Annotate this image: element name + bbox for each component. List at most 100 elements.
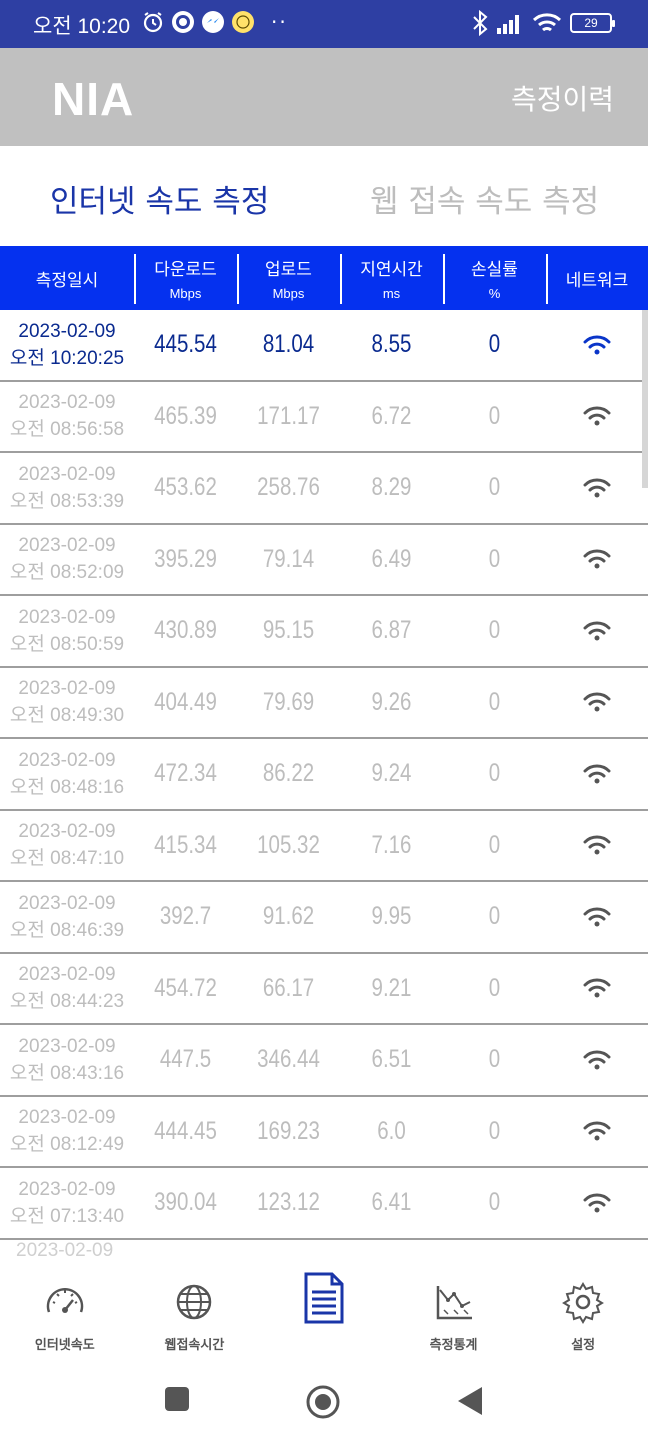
cell-time: 오전 08:43:16 bbox=[9, 1062, 125, 1084]
cell-latency: 9.26 bbox=[371, 687, 412, 716]
chat-app-icon bbox=[172, 11, 194, 33]
nav-web-time[interactable]: 웹접속시간 bbox=[130, 1258, 260, 1368]
column-header-network[interactable]: 네트워크 bbox=[546, 254, 648, 304]
cell-latency: 9.95 bbox=[371, 902, 412, 931]
cell-loss: 0 bbox=[488, 1116, 501, 1145]
document-icon bbox=[304, 1272, 344, 1324]
nav-label: 설정 bbox=[571, 1338, 596, 1353]
cell-network bbox=[546, 691, 648, 713]
column-header-latency[interactable]: 지연시간 ms bbox=[340, 254, 443, 304]
cell-date: 2023-02-09 bbox=[18, 1178, 116, 1200]
column-header-upload[interactable]: 업로드 Mbps bbox=[237, 254, 340, 304]
cell-upload: 123.12 bbox=[257, 1188, 320, 1217]
cell-upload: 258.76 bbox=[257, 473, 320, 502]
cell-loss: 0 bbox=[488, 544, 501, 573]
cell-latency: 8.29 bbox=[371, 473, 412, 502]
cell-time: 오전 08:44:23 bbox=[9, 991, 125, 1013]
cell-download: 445.54 bbox=[154, 330, 217, 359]
cell-datetime: 2023-02-09 오전 08:43:16 bbox=[0, 1033, 134, 1087]
table-row[interactable]: 2023-02-09 오전 08:12:49 444.45 169.23 6.0 0 bbox=[0, 1097, 648, 1168]
cell-network bbox=[546, 334, 648, 356]
partial-row: 2023-02-09 bbox=[16, 1239, 114, 1259]
wifi-icon bbox=[583, 549, 611, 569]
cell-time: 오전 08:46:39 bbox=[9, 919, 125, 941]
nav-internet-speed[interactable]: 인터넷속도 bbox=[0, 1258, 130, 1368]
table-row[interactable]: 2023-02-09 오전 08:46:39 392.7 91.62 9.95 0 bbox=[0, 882, 648, 954]
cell-date: 2023-02-09 bbox=[18, 463, 116, 485]
messenger-icon bbox=[202, 11, 224, 33]
table-row[interactable]: 2023-02-09 오전 08:56:58 465.39 171.17 6.72 0 bbox=[0, 382, 648, 453]
cell-upload: 79.14 bbox=[262, 544, 315, 573]
status-time: 오전 10:20 bbox=[33, 15, 131, 38]
table-row[interactable]: 2023-02-09 오전 08:48:16 472.34 86.22 9.24 0 bbox=[0, 739, 648, 811]
table-header: 측정일시 다운로드 Mbps 업로드 Mbps 지연시간 ms 손실률% 네트워크 bbox=[0, 246, 648, 310]
more-notifications-icon: ·· bbox=[271, 10, 288, 34]
column-header-datetime[interactable]: 측정일시 bbox=[0, 254, 134, 302]
cell-upload: 346.44 bbox=[257, 1045, 320, 1074]
cell-upload: 79.69 bbox=[262, 687, 315, 716]
table-row[interactable]: 2023-02-09 오전 08:44:23 454.72 66.17 9.21 0 bbox=[0, 954, 648, 1025]
scrollbar[interactable] bbox=[642, 310, 648, 488]
cell-network bbox=[546, 1192, 648, 1214]
table-row[interactable]: 2023-02-09 오전 08:49:30 404.49 79.69 9.26 0 bbox=[0, 668, 648, 739]
speedometer-icon bbox=[46, 1288, 84, 1313]
cell-date: 2023-02-09 bbox=[18, 964, 116, 986]
cell-date: 2023-02-09 bbox=[18, 892, 116, 914]
cell-network bbox=[546, 834, 648, 856]
home-button[interactable] bbox=[305, 1384, 341, 1420]
table-row[interactable]: 2023-02-09 오전 08:52:09 395.29 79.14 6.49 0 bbox=[0, 525, 648, 596]
wifi-icon bbox=[583, 764, 611, 784]
cell-latency: 7.16 bbox=[371, 830, 412, 859]
cell-download: 415.34 bbox=[154, 830, 217, 859]
history-table[interactable]: 2023-02-09 오전 10:20:25 445.54 81.04 8.55 0 202… bbox=[0, 310, 648, 1258]
cell-download: 472.34 bbox=[154, 759, 217, 788]
app-logo: NIA bbox=[52, 73, 135, 125]
cell-latency: 8.55 bbox=[371, 330, 412, 359]
cell-latency: 6.0 bbox=[377, 1116, 406, 1145]
globe-icon bbox=[177, 1284, 212, 1320]
history-button[interactable]: 측정이력 bbox=[511, 78, 614, 118]
cell-loss: 0 bbox=[488, 616, 501, 645]
nav-history[interactable] bbox=[259, 1258, 389, 1368]
cell-download: 453.62 bbox=[154, 473, 217, 502]
table-row[interactable]: 2023-02-09 오전 10:20:25 445.54 81.04 8.55 0 bbox=[0, 310, 648, 382]
cell-loss: 0 bbox=[488, 687, 501, 716]
cell-time: 오전 07:13:40 bbox=[9, 1205, 125, 1227]
tab-bar: 인터넷 속도 측정 웹 접속 속도 측정 bbox=[0, 146, 648, 246]
cell-upload: 86.22 bbox=[262, 759, 315, 788]
table-row[interactable]: 2023-02-09 오전 08:43:16 447.5 346.44 6.51 0 bbox=[0, 1025, 648, 1097]
wifi-icon bbox=[583, 1121, 611, 1141]
table-row[interactable]: 2023-02-09 오전 07:13:40 390.04 123.12 6.41 0 bbox=[0, 1168, 648, 1240]
cell-network bbox=[546, 1049, 648, 1071]
cell-time: 오전 08:50:59 bbox=[9, 633, 125, 655]
cell-datetime: 2023-02-09 오전 07:13:40 bbox=[0, 1176, 134, 1230]
table-row[interactable]: 2023-02-09 오전 08:50:59 430.89 95.15 6.87 0 bbox=[0, 596, 648, 668]
recent-apps-button[interactable] bbox=[164, 1386, 190, 1412]
cell-datetime: 2023-02-09 오전 08:44:23 bbox=[0, 961, 134, 1015]
table-row[interactable]: 2023-02-09 오전 08:47:10 415.34 105.32 7.16 0 bbox=[0, 811, 648, 882]
bottom-nav: 인터넷속도 웹접속시간 측정통계 설정 bbox=[0, 1258, 648, 1368]
bluetooth-icon bbox=[473, 10, 488, 36]
column-header-loss[interactable]: 손실률% bbox=[443, 254, 546, 304]
cell-download: 395.29 bbox=[154, 544, 217, 573]
nav-settings[interactable]: 설정 bbox=[518, 1258, 648, 1368]
cell-network bbox=[546, 906, 648, 928]
table-row[interactable]: 2023-02-09 오전 08:53:39 453.62 258.76 8.29 0 bbox=[0, 453, 648, 525]
tab-internet-speed[interactable]: 인터넷 속도 측정 bbox=[50, 176, 269, 221]
cell-datetime: 2023-02-09 오전 08:12:49 bbox=[0, 1104, 134, 1158]
cell-time: 오전 08:12:49 bbox=[9, 1134, 125, 1156]
cell-datetime: 2023-02-09 오전 08:52:09 bbox=[0, 532, 134, 586]
cell-network bbox=[546, 405, 648, 427]
nav-statistics[interactable]: 측정통계 bbox=[389, 1258, 519, 1368]
cell-time: 오전 08:48:16 bbox=[9, 776, 125, 798]
tab-web-speed[interactable]: 웹 접속 속도 측정 bbox=[370, 176, 599, 221]
cell-upload: 171.17 bbox=[257, 401, 320, 430]
cell-upload: 169.23 bbox=[257, 1116, 320, 1145]
back-button[interactable] bbox=[456, 1385, 484, 1417]
cell-latency: 9.24 bbox=[371, 759, 412, 788]
column-header-download[interactable]: 다운로드 Mbps bbox=[134, 254, 237, 304]
cell-datetime: 2023-02-09 오전 08:50:59 bbox=[0, 604, 134, 658]
cell-date: 2023-02-09 bbox=[18, 1035, 116, 1057]
cell-date: 2023-02-09 bbox=[18, 749, 116, 771]
alarm-icon bbox=[143, 12, 163, 33]
